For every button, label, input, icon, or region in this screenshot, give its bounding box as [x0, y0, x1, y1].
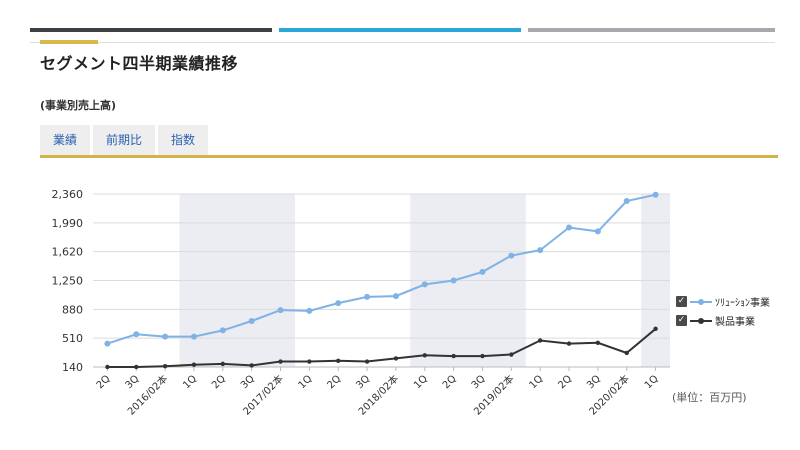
x-tick-label-17: 3Q: [585, 373, 603, 391]
data-point-solution-11: [421, 281, 428, 288]
data-point-solution-5: [248, 318, 255, 325]
data-point-solution-2: [162, 333, 169, 340]
page-title: セグメント四半期業績推移: [40, 54, 239, 73]
data-point-solution-4: [219, 327, 226, 334]
data-point-product-16: [566, 341, 572, 346]
top-decoration: [30, 28, 775, 46]
x-tick-label-1: 3Q: [124, 373, 142, 391]
data-point-solution-1: [133, 331, 140, 338]
legend-item-solution[interactable]: ✓ ｿﾘｭｰｼｮﾝ事業: [676, 293, 770, 310]
x-tick-label-12: 2Q: [441, 373, 459, 391]
x-tick-label-16: 2Q: [556, 373, 574, 391]
y-tick-label-2: 880: [62, 303, 83, 316]
y-tick-label-3: 1,250: [52, 275, 84, 288]
y-tick-label-4: 1,620: [52, 246, 84, 259]
x-tick-label-3: 1Q: [181, 373, 199, 391]
x-tick-label-19: 1Q: [643, 373, 661, 391]
data-point-solution-10: [392, 293, 399, 300]
x-tick-label-15: 1Q: [527, 373, 545, 391]
data-point-solution-12: [450, 277, 457, 284]
data-point-product-11: [422, 353, 427, 358]
data-point-solution-14: [508, 252, 515, 259]
data-point-solution-16: [566, 224, 573, 231]
data-point-product-14: [509, 352, 514, 357]
data-point-product-6: [278, 359, 283, 364]
legend-item-product[interactable]: ✓ 製品事業: [676, 312, 770, 329]
data-point-solution-0: [104, 340, 111, 347]
chart-tabs: 業績 前期比 指数: [40, 125, 209, 155]
y-tick-label-0: 140: [62, 361, 83, 374]
data-point-product-4: [220, 361, 226, 367]
top-accent: [40, 40, 98, 44]
data-point-solution-15: [537, 247, 544, 254]
x-tick-label-8: 2Q: [326, 373, 344, 391]
data-point-product-15: [537, 338, 543, 343]
data-point-product-1: [134, 364, 139, 370]
legend-label-solution: ｿﾘｭｰｼｮﾝ事業: [715, 298, 770, 309]
x-tick-label-13: 3Q: [470, 373, 488, 391]
data-point-product-17: [595, 340, 601, 346]
data-point-product-9: [364, 359, 370, 364]
data-point-product-2: [162, 364, 168, 369]
legend-line-icon-product: [690, 316, 712, 326]
y-tick-label-1: 510: [62, 332, 83, 345]
x-tick-label-7: 1Q: [297, 373, 315, 391]
data-point-product-13: [480, 353, 485, 359]
x-tick-label-11: 1Q: [412, 373, 430, 391]
legend-checkbox-solution[interactable]: ✓: [676, 296, 687, 307]
top-bar-2: [279, 28, 521, 32]
data-point-product-12: [451, 353, 456, 359]
data-point-solution-8: [335, 300, 342, 307]
tab-index[interactable]: 指数: [158, 125, 209, 155]
unit-label: (単位：百万円): [672, 391, 747, 404]
tab-underline: [40, 155, 778, 158]
data-point-solution-17: [594, 228, 601, 235]
legend-checkbox-product[interactable]: ✓: [676, 315, 687, 326]
y-tick-label-5: 1,990: [52, 217, 84, 230]
tab-results[interactable]: 業績: [40, 125, 91, 155]
data-point-solution-19: [652, 191, 659, 198]
data-point-product-5: [249, 363, 254, 368]
data-point-product-7: [307, 359, 312, 364]
chart-subtitle: (事業別売上高): [40, 99, 117, 112]
data-point-solution-18: [623, 198, 630, 205]
chart-legend: ✓ ｿﾘｭｰｼｮﾝ事業 ✓ 製品事業: [676, 293, 770, 331]
data-point-solution-6: [277, 307, 284, 314]
data-point-product-18: [624, 350, 629, 356]
x-tick-label-4: 2Q: [210, 373, 228, 391]
x-tick-label-5: 3Q: [239, 373, 257, 391]
top-divider: [30, 42, 775, 43]
legend-label-product: 製品事業: [715, 317, 755, 328]
data-point-product-8: [336, 358, 341, 363]
tab-yoy[interactable]: 前期比: [93, 125, 156, 155]
data-point-solution-13: [479, 268, 486, 275]
y-tick-label-6: 2,360: [52, 188, 84, 201]
legend-line-icon-solution: [690, 297, 712, 307]
data-point-product-3: [191, 362, 197, 367]
data-point-product-10: [393, 356, 399, 361]
data-point-solution-3: [190, 333, 197, 340]
top-bar-3: [528, 28, 775, 32]
x-tick-label-0: 2Q: [95, 373, 113, 391]
data-point-product-19: [653, 326, 658, 332]
top-bar-1: [30, 28, 272, 32]
data-point-product-0: [105, 364, 110, 370]
x-tick-label-9: 3Q: [354, 373, 372, 391]
data-point-solution-7: [306, 307, 313, 314]
data-point-solution-9: [364, 293, 371, 300]
